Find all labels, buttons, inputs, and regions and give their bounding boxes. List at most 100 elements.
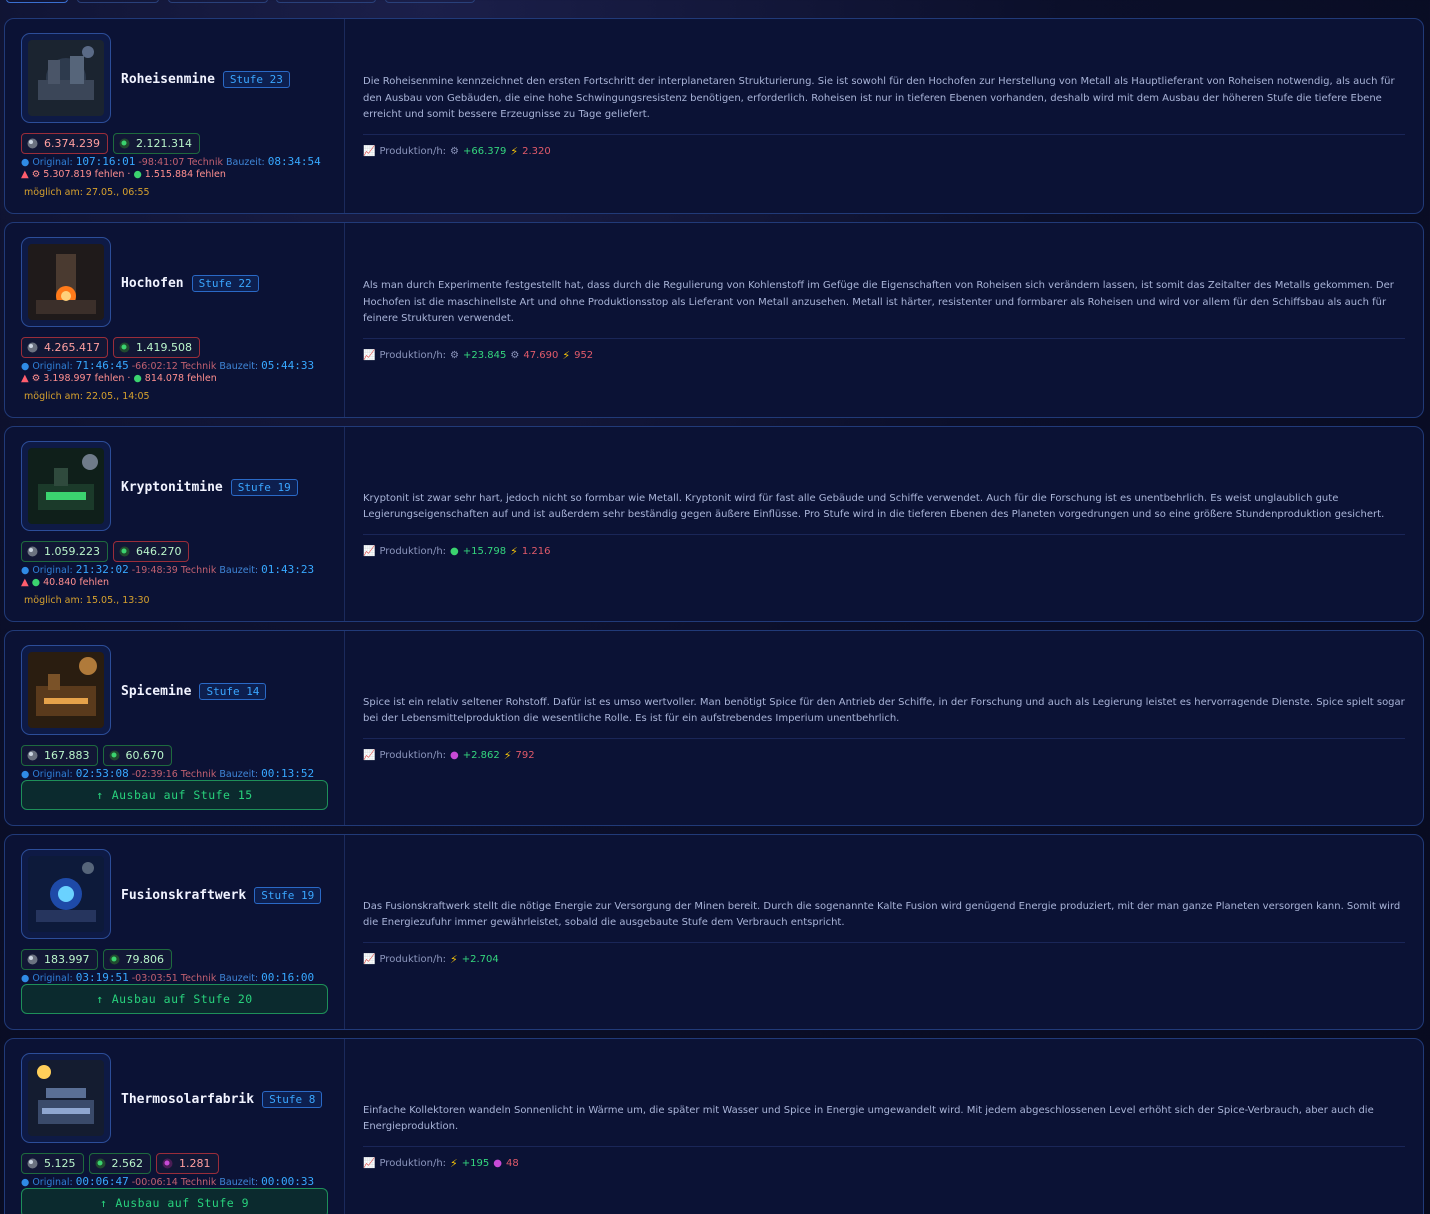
cost-spice: 1.281 [156,1153,219,1174]
kryptonit-icon: ● [31,577,41,588]
energy-consumption: 792 [515,749,535,761]
building-image[interactable] [21,237,111,327]
production-label: Produktion/h: [379,349,447,361]
building-name: Thermosolarfabrik [121,1092,255,1107]
energy-consumption: 2.320 [522,145,551,157]
cost-kryptonit-value: 60.670 [125,749,165,762]
technik-label: Technik [180,565,217,576]
upgrade-button[interactable]: ↑ Ausbau auf Stufe 20 [21,984,328,1014]
building-card-roheisenmine: Roheisenmine Stufe 23 6.374.239 2.121.31… [4,18,1424,214]
building-description: Kryptonit ist zwar sehr hart, jedoch nic… [363,492,1385,521]
bauzeit-value: 00:16:00 [261,971,315,984]
building-title: Spicemine Stufe 14 [121,683,267,700]
building-image[interactable] [21,849,111,939]
production-energy: +195 [461,1157,490,1169]
missing-roheisen: 3.198.997 fehlen [43,373,125,384]
building-info: Hochofen Stufe 22 4.265.417 1.419.508 ● … [5,223,345,417]
cost-kryptonit: 2.562 [88,1153,151,1174]
clock-icon: ● [21,565,30,576]
building-name: Roheisenmine [121,72,215,87]
building-info: Thermosolarfabrik Stufe 8 5.125 2.562 1.… [5,1039,345,1214]
tab-edge[interactable] [276,0,376,3]
cost-kryptonit-value: 2.121.314 [135,137,192,150]
chart-icon: 📈 [363,1157,376,1169]
arrow-up-icon: ↑ [99,1196,108,1210]
upgrade-button-label: Ausbau auf Stufe 9 [115,1196,250,1210]
clock-icon: ● [21,157,30,168]
building-details: Die Roheisenmine kennzeichnet den ersten… [345,19,1423,213]
cost-kryptonit-value: 79.806 [125,953,165,966]
bauzeit-label: Bauzeit: [219,361,259,372]
possible-date: möglich am: 15.05., 13:30 [24,595,150,606]
cost-roheisen-value: 5.125 [44,1157,76,1170]
original-label: Original: [32,973,73,984]
cost-kryptonit: 646.270 [112,541,190,562]
production-row: 📈 Produktion/h: ● +15.798 ⚡ 1.216 [363,545,1405,558]
tab-edge[interactable] [385,0,475,3]
chart-icon: 📈 [363,145,376,157]
original-label: Original: [32,157,73,168]
level-badge: Stufe 23 [222,71,290,88]
bauzeit-value: 01:43:23 [261,563,315,576]
technik-label: Technik [180,769,217,780]
building-name: Hochofen [121,276,184,291]
bauzeit-label: Bauzeit: [219,1177,259,1188]
building-info: Roheisenmine Stufe 23 6.374.239 2.121.31… [5,19,345,213]
cost-roheisen: 167.883 [21,745,98,766]
building-image[interactable] [21,1053,111,1143]
building-info: Kryptonitmine Stufe 19 1.059.223 646.270… [5,427,345,621]
energy-consumption: 1.216 [521,545,551,557]
upgrade-button-label: Ausbau auf Stufe 15 [111,788,253,802]
build-time-line: ● Original: 71:46:45 -66:02:12 Technik B… [21,359,314,372]
technik-label: Technik [187,157,223,168]
tab-edge[interactable] [77,0,159,3]
roheisen-icon: ⚙ [31,169,41,180]
chart-icon: 📈 [363,953,376,965]
production-roheisen: +66.379 [463,145,507,157]
cost-kryptonit-value: 1.419.508 [135,341,192,354]
building-details: Als man durch Experimente festgestellt h… [345,223,1423,417]
original-label: Original: [32,361,73,372]
missing-roheisen: 5.307.819 fehlen [43,169,125,180]
technik-label: Technik [180,973,217,984]
upgrade-button[interactable]: ↑ Ausbau auf Stufe 9 [21,1188,328,1214]
building-details: Einfache Kollektoren wandeln Sonnenlicht… [345,1039,1423,1214]
build-time-line: ● Original: 02:53:08 -02:39:16 Technik B… [21,767,314,780]
building-info: Fusionskraftwerk Stufe 19 183.997 79.806… [5,835,345,1029]
kryptonit-icon [118,545,131,558]
building-image[interactable] [21,645,111,735]
energy-icon: ⚡ [450,952,458,966]
kryptonit-icon [108,953,121,966]
cost-kryptonit: 1.419.508 [112,337,200,358]
tab-edge[interactable] [6,0,68,3]
cost-row: 167.883 60.670 [21,745,172,766]
building-image[interactable] [21,441,111,531]
building-card-thermosolarfabrik: Thermosolarfabrik Stufe 8 5.125 2.562 1.… [4,1038,1424,1214]
roheisen-icon: ⚙ [510,349,520,361]
production-label: Produktion/h: [379,145,447,157]
roheisen-consumption: 47.690 [523,349,559,361]
tab-edge[interactable] [168,0,268,3]
building-title: Roheisenmine Stufe 23 [121,71,290,88]
production-row: 📈 Produktion/h: ⚡ +195 ● 48 [363,1157,1405,1170]
building-name: Spicemine [121,684,192,699]
building-card-hochofen: Hochofen Stufe 22 4.265.417 1.419.508 ● … [4,222,1424,418]
cost-roheisen: 5.125 [21,1153,84,1174]
possible-date: möglich am: 27.05., 06:55 [24,187,150,198]
roheisen-icon: ⚙ [31,373,41,384]
roheisen-icon [26,137,39,150]
production-label: Produktion/h: [379,545,447,557]
build-time-line: ● Original: 107:16:01 -98:41:07 Technik … [21,155,321,168]
original-time: 71:46:45 [75,359,129,372]
upgrade-button[interactable]: ↑ Ausbau auf Stufe 15 [21,780,328,810]
clock-icon: ● [21,361,30,372]
cost-roheisen: 4.265.417 [21,337,108,358]
original-time: 21:32:02 [75,563,129,576]
metall-icon: ⚙ [450,349,459,361]
original-time: 02:53:08 [75,767,129,780]
time-reduction: -00:06:14 [131,1177,178,1188]
production-metall: +23.845 [463,349,507,361]
building-image[interactable] [21,33,111,123]
building-list: Roheisenmine Stufe 23 6.374.239 2.121.31… [4,18,1424,1214]
energy-icon: ⚡ [510,144,519,158]
